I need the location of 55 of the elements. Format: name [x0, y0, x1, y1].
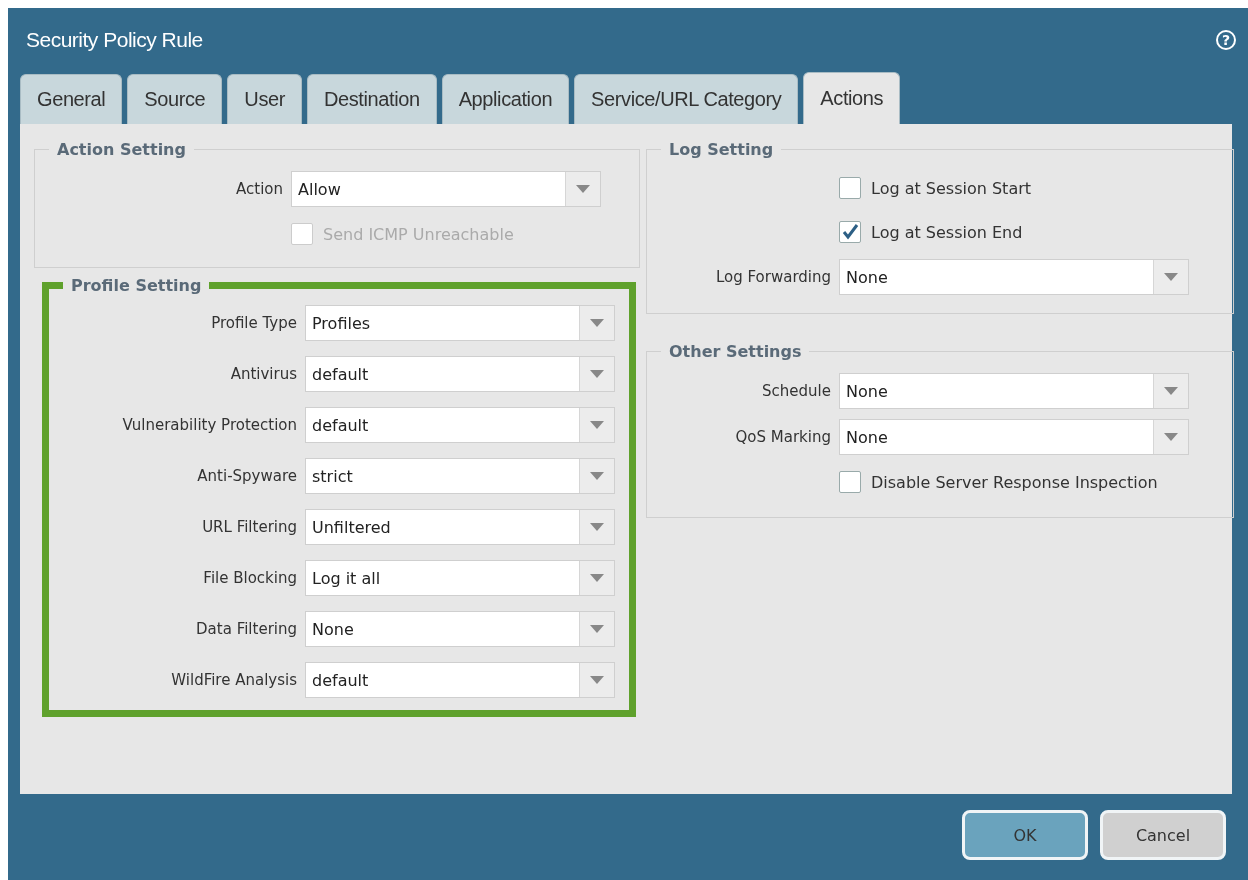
dropdown[interactable]: Log it all — [305, 560, 615, 596]
field-label: Log Forwarding — [714, 268, 831, 286]
dropdown[interactable]: None — [839, 373, 1189, 409]
tab[interactable]: User — [227, 74, 302, 124]
checkbox[interactable]: Log at Session Start — [839, 171, 1032, 205]
caret-icon — [1164, 433, 1178, 441]
caret-icon — [590, 676, 604, 684]
field-label: QoS Marking — [734, 428, 831, 446]
caret-icon — [590, 625, 604, 633]
group-title: Other Settings — [668, 342, 803, 361]
tab[interactable]: Service/URL Category — [574, 74, 799, 124]
checkbox[interactable]: Log at Session End — [839, 215, 1023, 249]
help-icon[interactable]: ? — [1216, 30, 1236, 50]
field-label: Profile Type — [210, 314, 297, 332]
dropdown[interactable]: Unfiltered — [305, 509, 615, 545]
tab[interactable]: Application — [441, 74, 570, 124]
dropdown[interactable]: strict — [305, 458, 615, 494]
dropdown[interactable]: Allow — [291, 171, 601, 207]
window-title: Security Policy Rule — [26, 28, 203, 52]
ok-button[interactable]: OK — [962, 810, 1088, 860]
field-label: Vulnerability Protection — [121, 416, 297, 434]
group-title: Action Setting — [56, 140, 187, 159]
checkmark-icon — [840, 222, 860, 242]
field-label: File Blocking — [202, 569, 297, 587]
caret-icon — [1164, 273, 1178, 281]
field-label: URL Filtering — [201, 518, 297, 536]
field-label: WildFire Analysis — [170, 671, 297, 689]
dropdown[interactable]: default — [305, 356, 615, 392]
caret-icon — [590, 319, 604, 327]
group-title: Profile Setting — [70, 276, 203, 295]
caret-icon — [590, 370, 604, 378]
field-label: Data Filtering — [195, 620, 297, 638]
tab[interactable]: Actions — [803, 72, 901, 124]
field-label: Anti-Spyware — [196, 467, 297, 485]
dropdown[interactable]: Profiles — [305, 305, 615, 341]
dropdown[interactable]: None — [305, 611, 615, 647]
caret-icon — [590, 472, 604, 480]
field-label: Schedule — [761, 382, 831, 400]
tab[interactable]: Source — [127, 74, 223, 124]
dropdown[interactable]: None — [839, 259, 1189, 295]
tab[interactable]: Destination — [307, 74, 437, 124]
tab[interactable]: General — [20, 74, 123, 124]
caret-icon — [590, 523, 604, 531]
checkbox[interactable]: Disable Server Response Inspection — [839, 465, 1158, 499]
dropdown[interactable]: None — [839, 419, 1189, 455]
group-title: Log Setting — [668, 140, 775, 159]
caret-icon — [576, 185, 590, 193]
caret-icon — [1164, 387, 1178, 395]
caret-icon — [590, 574, 604, 582]
dropdown[interactable]: default — [305, 662, 615, 698]
field-label: Action — [235, 180, 283, 198]
caret-icon — [590, 421, 604, 429]
dropdown[interactable]: default — [305, 407, 615, 443]
cancel-button[interactable]: Cancel — [1100, 810, 1226, 860]
field-label: Antivirus — [229, 365, 297, 383]
